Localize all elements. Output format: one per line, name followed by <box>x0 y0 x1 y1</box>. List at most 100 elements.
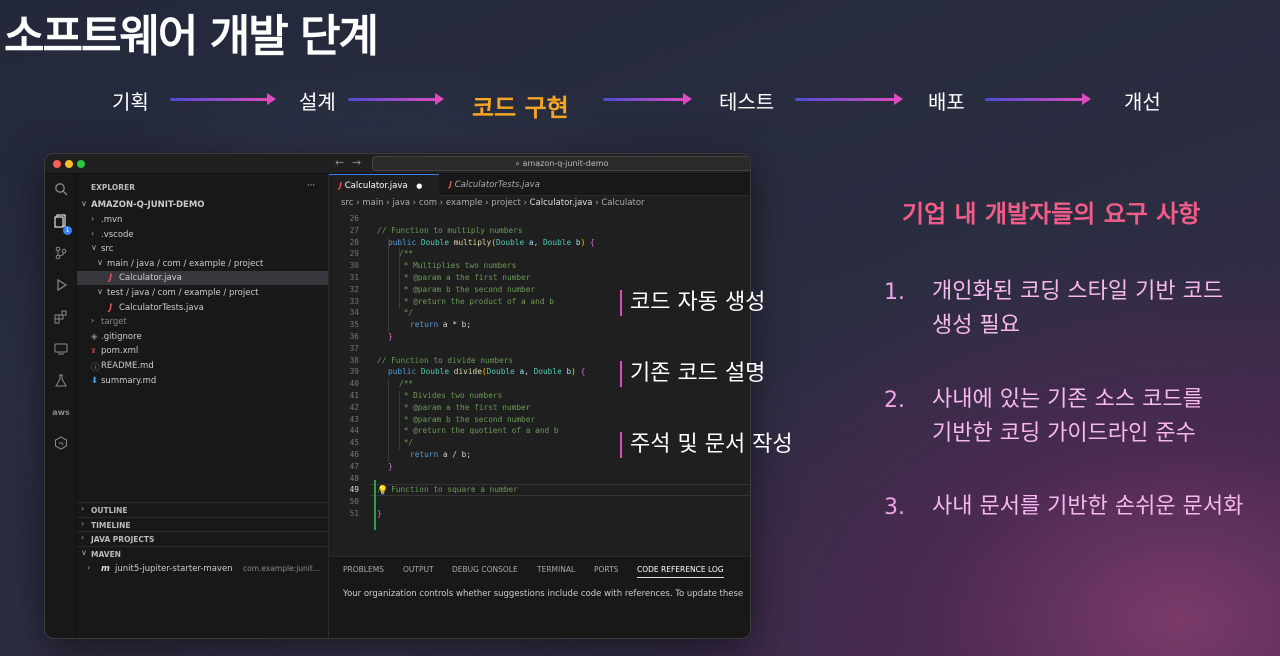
amazon-q-icon[interactable] <box>52 436 70 454</box>
search-icon: ⌕ <box>515 159 523 168</box>
section-timeline[interactable]: › TIMELINE <box>77 517 328 531</box>
search-icon[interactable] <box>52 182 70 200</box>
explorer-header: EXPLORER <box>91 183 135 192</box>
code-text: // Function to divide numbers <box>377 355 514 365</box>
java-file-icon: J <box>339 181 342 190</box>
chevron-right-icon: › <box>91 228 95 238</box>
tree-item-label: .gitignore <box>101 331 142 342</box>
line-number: 51 <box>349 509 359 518</box>
tree-item[interactable]: › .mvn <box>77 213 328 227</box>
line-number: 47 <box>349 461 359 471</box>
code-text: // Function to multiply numbers <box>377 225 523 235</box>
command-center[interactable]: ⌕ amazon-q-junit-demo <box>372 156 750 171</box>
stage-deploy: 배포 <box>928 90 965 114</box>
tree-item-label: .vscode <box>101 229 134 240</box>
chevron-right-icon: › <box>81 533 85 542</box>
explorer-sidebar: EXPLORER ··· ∨ AMAZON-Q-JUNIT-DEMO › .mvn… <box>77 174 329 638</box>
code-line: 37 <box>329 344 750 356</box>
panel-tab-ports[interactable]: PORTS <box>594 565 618 574</box>
panel-tab-terminal[interactable]: TERMINAL <box>537 565 575 574</box>
tree-item[interactable]: ⬇ summary.md <box>77 374 328 388</box>
tree-item-label: test / java / com / example / project <box>107 288 259 298</box>
tab-calculator-java[interactable]: J Calculator.java ● <box>329 174 439 196</box>
breadcrumb-separator-icon: › <box>383 198 393 208</box>
code-line: 43 * @param b the second number <box>329 415 750 427</box>
testing-flask-icon[interactable] <box>52 374 70 392</box>
slide-title: 소프트웨어 개발 단계 <box>4 11 379 62</box>
code-line: 42 * @param a the first number <box>329 403 750 415</box>
java-file-icon: J <box>109 273 113 284</box>
notification-badge: 1 <box>63 226 72 235</box>
back-arrow-icon[interactable]: ← <box>335 156 344 169</box>
code-line: 28 public Double multiply(Double a, Doubl… <box>329 238 750 250</box>
code-line: 26 <box>329 214 750 226</box>
code-text: * @param a the first number <box>399 402 531 412</box>
panel-message: Your organization controls whether sugge… <box>343 589 744 599</box>
breadcrumb-item[interactable]: com <box>419 198 437 208</box>
close-window-button[interactable] <box>53 160 61 168</box>
chevron-right-icon: › <box>91 214 95 223</box>
more-actions-icon[interactable]: ··· <box>307 181 315 191</box>
project-root[interactable]: ∨ AMAZON-Q-JUNIT-DEMO <box>77 198 328 212</box>
minimize-window-button[interactable] <box>65 160 73 168</box>
breadcrumb-item[interactable]: main <box>362 198 383 208</box>
breadcrumb-separator-icon: › <box>410 198 419 208</box>
panel-tab-problems[interactable]: PROBLEMS <box>343 565 384 574</box>
tree-item[interactable]: ɤ pom.xml <box>77 344 328 358</box>
code-text: return a * b; <box>410 320 472 330</box>
lightbulb-icon[interactable]: 💡 <box>377 486 388 496</box>
run-debug-icon[interactable] <box>52 278 70 296</box>
markdown-file-icon: ⬇ <box>91 375 99 386</box>
requirement-number: 2. <box>884 388 905 413</box>
breadcrumb-item[interactable]: project <box>491 198 521 208</box>
code-text: return a / b; <box>410 450 472 459</box>
tree-item[interactable]: ∨ src <box>77 242 328 256</box>
tree-item-label: pom.xml <box>101 346 139 357</box>
line-number: 49 <box>349 485 359 495</box>
tree-item[interactable]: › .vscode <box>77 228 328 242</box>
line-number: 45 <box>349 438 359 448</box>
code-text: public Double multiply(Double a, Double … <box>388 237 595 247</box>
section-maven[interactable]: ∨ MAVEN <box>77 546 328 560</box>
breadcrumb-separator-icon: › <box>353 198 363 208</box>
line-number: 29 <box>349 249 359 259</box>
panel-tab-code-reference-log[interactable]: CODE REFERENCE LOG <box>637 565 724 578</box>
code-line: 27 // Function to multiply numbers <box>329 226 750 238</box>
breadcrumb-item[interactable]: Calculator <box>601 198 644 208</box>
tab-calculator-tests-java[interactable]: J CalculatorTests.java <box>439 174 559 196</box>
tree-item[interactable]: › target <box>77 315 328 329</box>
breadcrumb-item[interactable]: src <box>341 198 353 208</box>
requirement-number: 1. <box>884 280 905 305</box>
panel-tab-output[interactable]: OUTPUT <box>403 565 434 574</box>
line-number: 36 <box>349 332 359 341</box>
breadcrumb-item[interactable]: Calculator.java <box>530 198 593 208</box>
tree-item[interactable]: J Calculator.java <box>77 271 328 286</box>
breadcrumb-item[interactable]: example <box>446 198 483 208</box>
tree-item[interactable]: ∨ test / java / com / example / project <box>77 286 328 300</box>
stage-planning: 기획 <box>112 90 149 114</box>
remote-explorer-icon[interactable] <box>52 342 70 360</box>
maven-project-item[interactable]: › m junit5-jupiter-starter-maven com.exa… <box>77 562 328 576</box>
breadcrumb-separator-icon: › <box>520 198 530 208</box>
code-text: * Divides two numbers <box>399 391 503 400</box>
section-outline[interactable]: › OUTLINE <box>77 502 328 516</box>
line-number: 43 <box>349 414 359 424</box>
chevron-down-icon: ∨ <box>91 243 97 253</box>
info-file-icon: ⓘ <box>91 363 100 373</box>
aws-icon[interactable]: aws <box>52 404 70 422</box>
modified-dot-icon[interactable]: ● <box>416 182 422 190</box>
breadcrumb-item[interactable]: java <box>392 198 410 208</box>
panel-tab-debug-console[interactable]: DEBUG CONSOLE <box>452 565 518 574</box>
extensions-icon[interactable] <box>52 310 70 328</box>
tree-item[interactable]: ⓘ README.md <box>77 359 328 373</box>
tree-item-label: summary.md <box>101 375 157 386</box>
tree-item[interactable]: ∨ main / java / com / example / project <box>77 257 328 271</box>
source-control-icon[interactable] <box>52 246 70 264</box>
code-line: 36} <box>329 332 750 344</box>
maximize-window-button[interactable] <box>77 160 85 168</box>
forward-arrow-icon[interactable]: → <box>352 156 361 169</box>
title-bar: ← → ⌕ amazon-q-junit-demo <box>45 154 750 174</box>
section-java-projects[interactable]: › JAVA PROJECTS <box>77 531 328 545</box>
tree-item[interactable]: ◈ .gitignore <box>77 330 328 344</box>
tree-item[interactable]: J CalculatorTests.java <box>77 301 328 315</box>
